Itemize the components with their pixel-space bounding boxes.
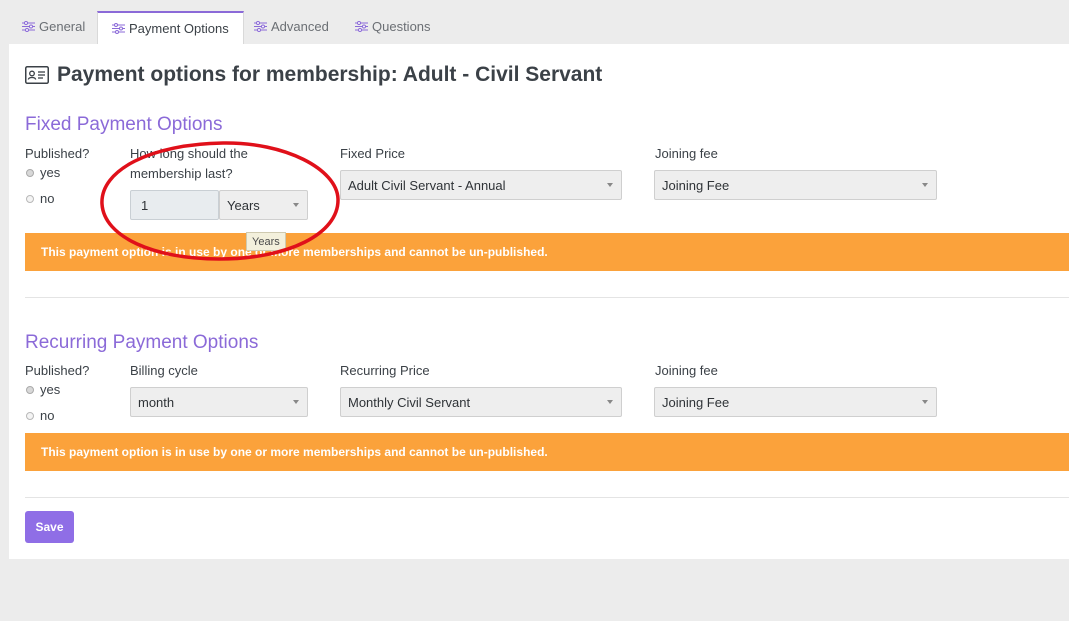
- radio-label: no: [40, 408, 55, 423]
- page-title: Payment options for membership: Adult - …: [25, 63, 602, 87]
- duration-label-line1: How long should the: [130, 146, 248, 161]
- billing-cycle-label: Billing cycle: [130, 363, 198, 378]
- select-value: Years: [227, 197, 260, 213]
- tab-label: General: [39, 19, 86, 34]
- tab-payment-options[interactable]: Payment Options: [97, 11, 244, 44]
- radio-label: yes: [40, 382, 61, 397]
- recurring-price-label: Recurring Price: [340, 363, 430, 378]
- save-button[interactable]: Save: [25, 511, 74, 543]
- sliders-icon: [355, 21, 368, 32]
- duration-input[interactable]: 1: [130, 190, 219, 220]
- tab-label: Questions: [372, 19, 431, 34]
- radio-button[interactable]: [26, 194, 34, 203]
- radio-button[interactable]: [26, 411, 34, 420]
- chevron-down-icon: [922, 400, 928, 404]
- duration-label-line2: membership last?: [130, 166, 233, 181]
- radio-button[interactable]: [26, 385, 34, 394]
- fixed-price-select[interactable]: Adult Civil Servant - Annual: [340, 170, 622, 200]
- chevron-down-icon: [607, 183, 613, 187]
- chevron-down-icon: [607, 400, 613, 404]
- section-divider: [25, 297, 1069, 298]
- tab-questions[interactable]: Questions: [355, 10, 431, 43]
- billing-cycle-select[interactable]: month: [130, 387, 308, 417]
- tab-general[interactable]: General: [22, 10, 85, 43]
- fixed-published-no[interactable]: no: [26, 191, 54, 206]
- recurring-joining-fee-select[interactable]: Joining Fee: [654, 387, 937, 417]
- recurring-published-label: Published?: [25, 363, 90, 378]
- tab-advanced[interactable]: Advanced: [254, 10, 329, 43]
- duration-unit-select[interactable]: Years: [219, 190, 308, 220]
- duration-unit-tooltip: Years: [246, 232, 286, 251]
- chevron-down-icon: [293, 203, 299, 207]
- tab-label: Advanced: [271, 19, 329, 34]
- tab-label: Payment Options: [129, 21, 229, 36]
- fixed-published-label: Published?: [25, 146, 90, 161]
- chevron-down-icon: [922, 183, 928, 187]
- chevron-down-icon: [293, 400, 299, 404]
- recurring-published-yes[interactable]: yes: [26, 382, 60, 397]
- select-value: Joining Fee: [662, 177, 730, 193]
- recurring-section-heading: Recurring Payment Options: [25, 332, 259, 353]
- select-value: month: [138, 394, 175, 410]
- radio-button[interactable]: [26, 168, 34, 177]
- section-divider: [25, 497, 1069, 498]
- page-title-text: Payment options for membership: Adult - …: [57, 63, 603, 86]
- select-value: Adult Civil Servant - Annual: [348, 177, 506, 193]
- fixed-section-heading: Fixed Payment Options: [25, 114, 223, 135]
- fixed-warning-banner: This payment option is in use by one or …: [25, 233, 1069, 271]
- fixed-published-yes[interactable]: yes: [26, 165, 60, 180]
- recurring-published-no[interactable]: no: [26, 408, 54, 423]
- select-value: Joining Fee: [662, 394, 730, 410]
- recurring-warning-banner: This payment option is in use by one or …: [25, 433, 1069, 471]
- recurring-price-select[interactable]: Monthly Civil Servant: [340, 387, 622, 417]
- sliders-icon: [254, 21, 267, 32]
- sliders-icon: [22, 21, 35, 32]
- id-card-icon: [25, 66, 49, 84]
- fixed-price-label: Fixed Price: [340, 146, 406, 161]
- radio-label: no: [40, 191, 55, 206]
- select-value: Monthly Civil Servant: [348, 394, 471, 410]
- sliders-icon: [112, 23, 125, 34]
- radio-label: yes: [40, 165, 61, 180]
- fixed-joining-fee-select[interactable]: Joining Fee: [654, 170, 937, 200]
- recurring-joining-fee-label: Joining fee: [655, 363, 718, 378]
- payment-options-panel: Payment options for membership: Adult - …: [9, 44, 1069, 559]
- fixed-joining-fee-label: Joining fee: [655, 146, 718, 161]
